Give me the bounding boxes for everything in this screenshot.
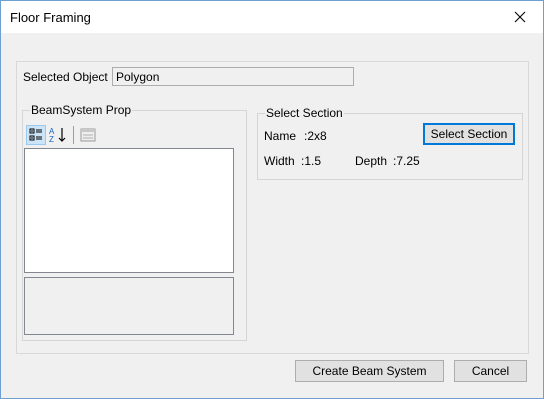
categorized-icon <box>29 128 42 141</box>
beam-system-prop-title: BeamSystem Prop <box>30 103 133 117</box>
property-grid[interactable] <box>24 148 234 273</box>
create-beam-system-button[interactable]: Create Beam System <box>295 360 444 382</box>
selected-object-value: Polygon <box>116 70 160 84</box>
section-width-value: :1.5 <box>301 154 322 168</box>
select-section-title: Select Section <box>265 106 344 120</box>
property-description-pane <box>24 277 234 335</box>
floor-framing-dialog: Floor Framing Selected Object Polygon Be… <box>0 0 544 399</box>
dialog-body: Selected Object Polygon BeamSystem Prop … <box>2 34 542 397</box>
cancel-button[interactable]: Cancel <box>454 360 527 382</box>
cancel-label: Cancel <box>471 364 510 378</box>
close-button[interactable] <box>497 1 543 33</box>
alphabetical-button[interactable]: A Z <box>48 125 68 145</box>
alphabetical-icon: A Z <box>49 127 66 143</box>
select-section-button-label: Select Section <box>430 127 508 141</box>
section-name-label: Name <box>264 129 297 143</box>
select-section-button[interactable]: Select Section <box>423 123 515 145</box>
section-width-label: Width <box>264 154 295 168</box>
property-pages-button[interactable] <box>78 125 98 145</box>
categorized-button[interactable] <box>26 125 46 145</box>
section-depth-value: :7.25 <box>393 154 420 168</box>
window-title: Floor Framing <box>10 10 91 25</box>
close-icon <box>514 11 526 23</box>
section-depth-label: Depth <box>355 154 388 168</box>
section-name-value: :2x8 <box>304 129 327 143</box>
selected-object-label: Selected Object <box>23 70 108 84</box>
selected-object-field: Polygon <box>112 67 354 86</box>
create-beam-system-label: Create Beam System <box>312 364 427 378</box>
property-pages-icon <box>80 128 96 142</box>
title-bar: Floor Framing <box>1 1 543 33</box>
svg-text:Z: Z <box>49 135 54 143</box>
toolbar-separator <box>73 126 74 144</box>
